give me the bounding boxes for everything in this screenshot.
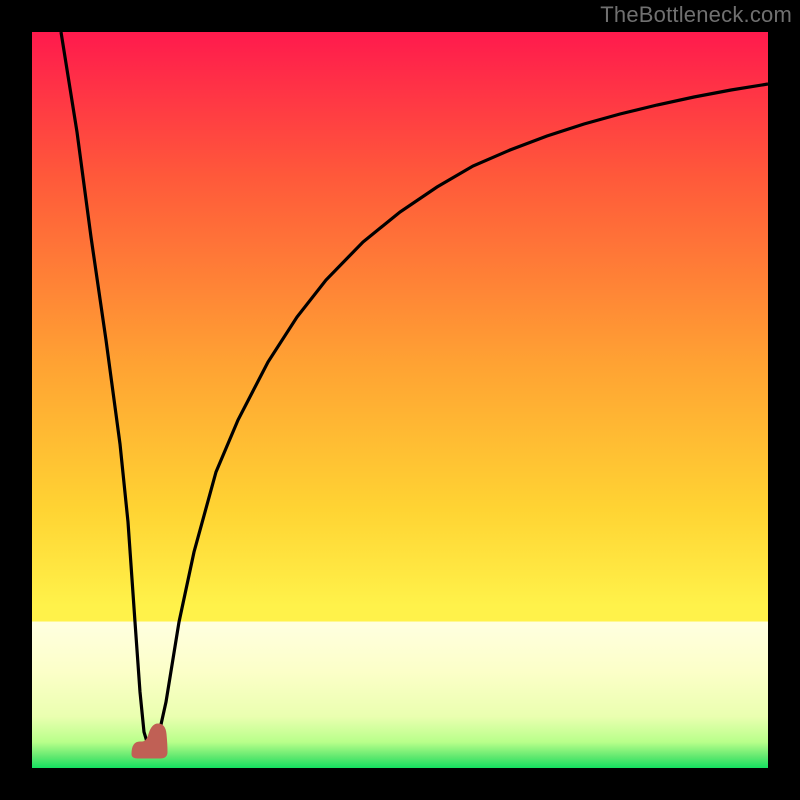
plot-area bbox=[32, 32, 768, 768]
background-gradient bbox=[32, 32, 768, 768]
chart-frame: TheBottleneck.com bbox=[0, 0, 800, 800]
watermark-text: TheBottleneck.com bbox=[600, 2, 792, 28]
